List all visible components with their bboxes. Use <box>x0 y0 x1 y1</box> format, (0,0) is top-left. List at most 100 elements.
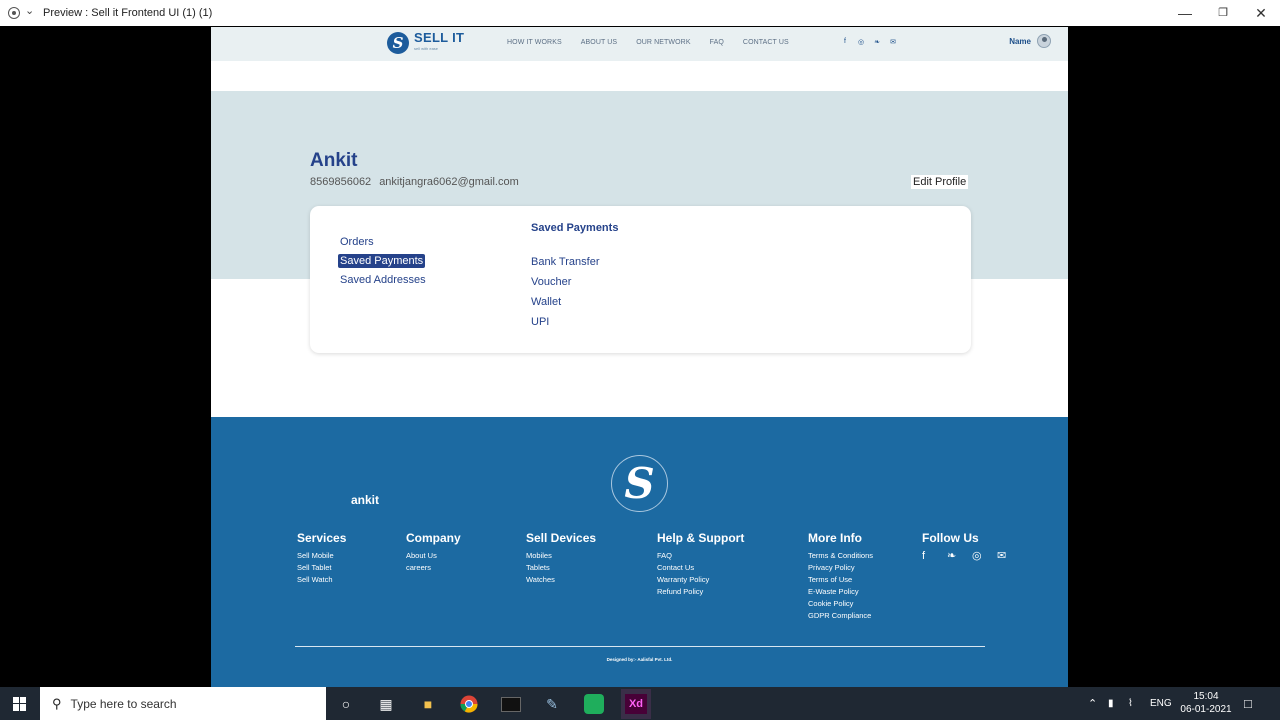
task-view-icon[interactable]: ▦ <box>374 692 398 716</box>
facebook-icon[interactable]: f <box>922 550 947 562</box>
footer-link[interactable]: Tablets <box>526 562 596 574</box>
site-logo[interactable]: S SELL IT sell with ease <box>387 31 464 54</box>
maximize-button[interactable]: ❐ <box>1208 3 1238 23</box>
footer-logo: S <box>611 455 668 512</box>
edit-profile-button[interactable]: Edit Profile <box>911 175 969 189</box>
footer-col-services: Services Sell Mobile Sell Tablet Sell Wa… <box>297 531 346 586</box>
footer-link[interactable]: Sell Watch <box>297 574 346 586</box>
site-header: S SELL IT sell with ease HOW IT WORKS AB… <box>211 27 1068 61</box>
user-name: Name <box>1009 36 1031 46</box>
user-menu[interactable]: Name <box>1009 34 1051 48</box>
mail-icon[interactable]: ✉ <box>997 550 1022 562</box>
windows-icon <box>13 696 27 711</box>
instagram-icon[interactable]: ◎ <box>972 550 997 562</box>
footer-link[interactable]: Cookie Policy <box>808 598 873 610</box>
account-card: Orders Saved Payments Saved Addresses Sa… <box>310 206 971 353</box>
preview-page: S SELL IT sell with ease HOW IT WORKS AB… <box>211 27 1068 687</box>
start-button[interactable] <box>0 687 40 720</box>
cortana-icon[interactable]: ○ <box>334 692 358 716</box>
logo-mark-icon: S <box>387 32 409 54</box>
footer-link[interactable]: Refund Policy <box>657 586 744 598</box>
profile-contact: 8569856062 ankitjangra6062@gmail.com <box>310 176 527 188</box>
chrome-icon[interactable] <box>457 692 481 716</box>
file-explorer-icon[interactable]: ■ <box>416 692 440 716</box>
footer-link[interactable]: Watches <box>526 574 596 586</box>
payment-bank-transfer[interactable]: Bank Transfer <box>531 256 599 268</box>
clock-time: 15:04 <box>1193 691 1219 702</box>
battery-icon[interactable]: ▮ <box>1108 687 1114 720</box>
search-icon: ⚲ <box>52 695 62 711</box>
nav-how-it-works[interactable]: HOW IT WORKS <box>507 39 562 46</box>
avatar <box>1037 34 1051 48</box>
footer-link[interactable]: Sell Mobile <box>297 550 346 562</box>
language-indicator[interactable]: ENG <box>1150 687 1172 720</box>
footer-link[interactable]: GDPR Compliance <box>808 610 873 622</box>
footer-col-help-support: Help & Support FAQ Contact Us Warranty P… <box>657 531 744 598</box>
twitter-icon[interactable]: ❧ <box>947 550 972 562</box>
menu-item-orders[interactable]: Orders <box>338 235 376 249</box>
chevron-down-icon[interactable]: ⌄ <box>25 4 34 17</box>
footer-col-title: More Info <box>808 531 862 545</box>
footer-credit: Designed by:- Aalisfal Pvt. Ltd. <box>606 657 673 662</box>
adobe-xd-icon[interactable]: Xd <box>621 689 651 719</box>
footer-link[interactable]: Contact Us <box>657 562 744 574</box>
footer-link[interactable]: About Us <box>406 550 461 562</box>
footer-link[interactable]: E-Waste Policy <box>808 586 873 598</box>
footer-col-title: Services <box>297 531 347 545</box>
clock[interactable]: 15:04 06-01-2021 <box>1180 690 1232 716</box>
footer-col-title: Help & Support <box>657 531 745 545</box>
profile-phone: 8569856062 <box>310 176 372 188</box>
notepad-icon[interactable]: ✎ <box>540 692 564 716</box>
footer-user: ankit <box>351 493 380 507</box>
nav-contact-us[interactable]: CONTACT US <box>743 39 789 46</box>
terminal-icon[interactable] <box>499 692 523 716</box>
footer-link[interactable]: Mobiles <box>526 550 596 562</box>
taskbar: ⚲ Type here to search ○ ▦ ■ ✎ Xd ⌃ ▮ ⌇ E… <box>0 687 1280 720</box>
nav-faq[interactable]: FAQ <box>710 39 724 46</box>
payment-voucher[interactable]: Voucher <box>531 276 571 288</box>
footer-link[interactable]: Terms & Conditions <box>808 550 873 562</box>
close-button[interactable]: ✕ <box>1246 3 1276 23</box>
footer-col-company: Company About Us careers <box>406 531 461 574</box>
mail-icon[interactable]: ✉ <box>885 38 901 46</box>
profile-name: Ankit <box>310 150 358 171</box>
footer-col-more-info: More Info Terms & Conditions Privacy Pol… <box>808 531 873 622</box>
window-titlebar: ⌄ Preview : Sell it Frontend UI (1) (1) … <box>0 0 1280 26</box>
footer-col-title: Company <box>406 531 461 545</box>
logo-mark-icon: S <box>624 459 655 508</box>
footer-social: f ❧ ◎ ✉ <box>922 550 1022 562</box>
window-title: Preview : Sell it Frontend UI (1) (1) <box>43 7 213 19</box>
minimize-button[interactable]: — <box>1170 3 1200 23</box>
main-nav: HOW IT WORKS ABOUT US OUR NETWORK FAQ CO… <box>507 39 808 46</box>
chrome-logo <box>460 695 478 713</box>
footer-col-title: Sell Devices <box>526 531 597 545</box>
footer-divider <box>295 646 985 647</box>
chevron-up-icon[interactable]: ⌃ <box>1088 687 1097 720</box>
header-social: f ◎ ❧ ✉ <box>837 38 901 46</box>
twitter-icon[interactable]: ❧ <box>869 38 885 46</box>
site-footer: S ankit Services Sell Mobile Sell Tablet… <box>211 417 1068 687</box>
instagram-icon[interactable]: ◎ <box>853 38 869 46</box>
app-icon[interactable] <box>582 692 606 716</box>
footer-link[interactable]: Sell Tablet <box>297 562 346 574</box>
footer-link[interactable]: FAQ <box>657 550 744 562</box>
footer-col-sell-devices: Sell Devices Mobiles Tablets Watches <box>526 531 596 586</box>
notification-icon[interactable]: □ <box>1244 687 1252 720</box>
footer-link[interactable]: Terms of Use <box>808 574 873 586</box>
nav-about-us[interactable]: ABOUT US <box>581 39 617 46</box>
menu-item-saved-addresses[interactable]: Saved Addresses <box>338 273 428 287</box>
payment-wallet[interactable]: Wallet <box>531 296 561 308</box>
facebook-icon[interactable]: f <box>837 38 853 46</box>
profile-email: ankitjangra6062@gmail.com <box>379 176 519 188</box>
taskbar-search[interactable]: ⚲ Type here to search <box>40 687 326 720</box>
section-title: Saved Payments <box>531 222 619 234</box>
footer-link[interactable]: Privacy Policy <box>808 562 873 574</box>
footer-col-title: Follow Us <box>922 531 979 545</box>
nav-our-network[interactable]: OUR NETWORK <box>636 39 690 46</box>
record-icon <box>8 7 20 19</box>
footer-link[interactable]: careers <box>406 562 461 574</box>
footer-link[interactable]: Warranty Policy <box>657 574 744 586</box>
wifi-icon[interactable]: ⌇ <box>1128 687 1133 720</box>
menu-item-saved-payments[interactable]: Saved Payments <box>338 254 426 268</box>
payment-upi[interactable]: UPI <box>531 316 549 328</box>
